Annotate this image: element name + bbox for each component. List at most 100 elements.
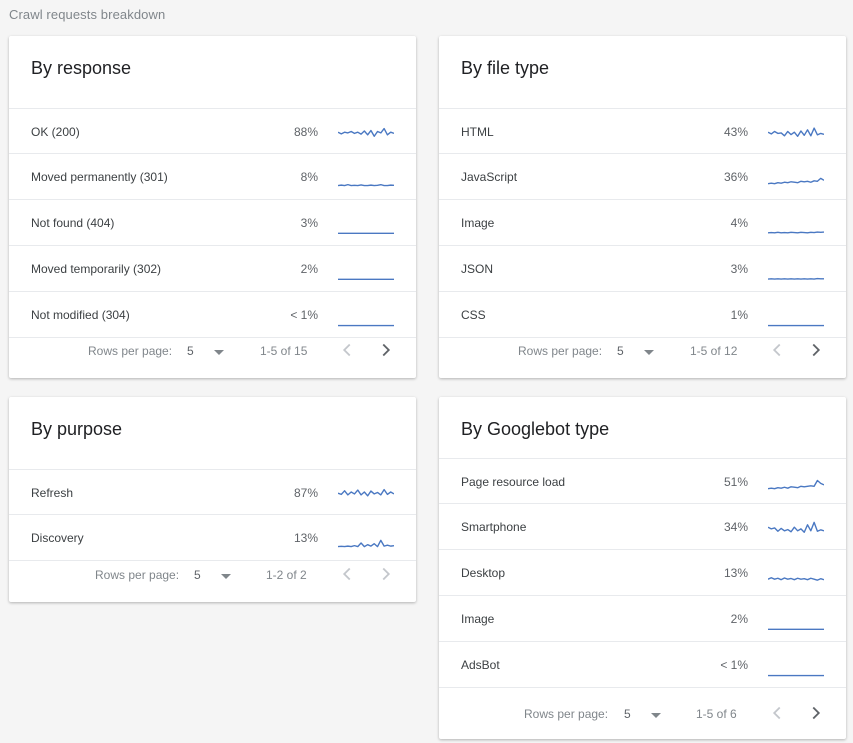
trend-sparkline (768, 177, 824, 185)
prev-page-button[interactable] (336, 563, 358, 585)
breakdown-table: Refresh 87% Discovery 13% (9, 469, 416, 561)
row-percentage: 43% (723, 125, 748, 139)
trend-sparkline (768, 277, 824, 280)
next-page-button[interactable] (375, 339, 397, 361)
table-row[interactable]: Image 2% (439, 596, 846, 642)
rows-per-page-select[interactable]: 5 (624, 707, 631, 721)
card-title: By file type (461, 58, 550, 78)
table-row[interactable]: Page resource load 51% (439, 458, 846, 504)
table-row[interactable]: Desktop 13% (439, 550, 846, 596)
row-percentage: 3% (300, 216, 318, 230)
prev-page-button[interactable] (766, 339, 788, 361)
trend-sparkline (768, 577, 824, 581)
chevron-right-icon (812, 706, 821, 720)
row-label: Moved temporarily (302) (31, 262, 162, 276)
page-title: Crawl requests breakdown (9, 7, 166, 22)
chevron-right-icon (382, 567, 391, 581)
trend-sparkline (338, 127, 394, 137)
table-row[interactable]: Moved temporarily (302) 2% (9, 246, 416, 292)
row-percentage: 3% (730, 262, 748, 276)
row-percentage: 4% (730, 216, 748, 230)
row-percentage: 13% (723, 566, 748, 580)
rows-per-page-label: Rows per page: (524, 707, 609, 721)
prev-page-button[interactable] (336, 339, 358, 361)
chevron-down-icon[interactable] (214, 350, 224, 355)
row-percentage: 2% (300, 262, 318, 276)
rows-per-page-label: Rows per page: (95, 568, 180, 582)
table-row[interactable]: AdsBot < 1% (439, 642, 846, 688)
table-row[interactable]: Moved permanently (301) 8% (9, 154, 416, 200)
table-row[interactable]: Smartphone 34% (439, 504, 846, 550)
chevron-right-icon (382, 343, 391, 357)
next-page-button[interactable] (375, 563, 397, 585)
rows-per-page-label: Rows per page: (88, 344, 173, 358)
chevron-left-icon (342, 567, 351, 581)
prev-page-button[interactable] (766, 702, 788, 724)
row-label: AdsBot (461, 658, 500, 672)
row-percentage: 1% (730, 308, 748, 322)
row-percentage: 87% (293, 486, 318, 500)
table-row[interactable]: JavaScript 36% (439, 154, 846, 200)
card-title: By Googlebot type (461, 419, 610, 439)
row-label: Not modified (304) (31, 308, 130, 322)
card-title: By response (31, 58, 132, 78)
trend-sparkline (338, 539, 394, 548)
trend-sparkline (338, 278, 394, 280)
table-row[interactable]: Image 4% (439, 200, 846, 246)
row-percentage: 13% (293, 531, 318, 545)
trend-line (768, 231, 824, 234)
table-row[interactable]: OK (200) 88% (9, 108, 416, 154)
trend-line (338, 539, 394, 548)
trend-sparkline (768, 127, 824, 137)
table-row[interactable]: JSON 3% (439, 246, 846, 292)
breakdown-table: HTML 43% JavaScript 36% Image 4% JSON 3% CSS 1% (439, 108, 846, 338)
rows-per-page-label: Rows per page: (518, 344, 603, 358)
trend-sparkline (768, 521, 824, 533)
trend-line (768, 479, 824, 490)
pagination: Rows per page: 5 1-5 of 15 (9, 326, 416, 376)
chevron-down-icon[interactable] (651, 713, 661, 718)
rows-per-page-select[interactable]: 5 (187, 344, 194, 358)
next-page-button[interactable] (805, 339, 827, 361)
page-range: 1-5 of 6 (696, 707, 737, 721)
trend-line (338, 127, 394, 137)
row-label: Image (461, 216, 495, 230)
by-googlebot-type-card: By Googlebot type Page resource load 51% S… (439, 397, 846, 739)
chevron-left-icon (342, 343, 351, 357)
table-row[interactable]: HTML 43% (439, 108, 846, 154)
by-response-card: By response OK (200) 88% Moved permanently… (9, 36, 416, 378)
rows-per-page-select[interactable]: 5 (194, 568, 201, 582)
pagination: Rows per page: 5 1-5 of 12 (439, 326, 846, 376)
row-label: Not found (404) (31, 216, 115, 230)
next-page-button[interactable] (805, 702, 827, 724)
page-range: 1-5 of 12 (690, 344, 738, 358)
chevron-down-icon[interactable] (644, 350, 654, 355)
table-row[interactable]: Not found (404) 3% (9, 200, 416, 246)
trend-line (338, 183, 394, 187)
by-file-type-card: By file type HTML 43% JavaScript 36% Image 4%… (439, 36, 846, 378)
row-label: Page resource load (461, 475, 566, 489)
trend-line (768, 577, 824, 581)
trend-sparkline (768, 674, 824, 677)
row-label: Refresh (31, 486, 74, 500)
row-label: Discovery (31, 531, 84, 545)
row-label: Image (461, 612, 495, 626)
row-percentage: < 1% (720, 658, 748, 672)
row-label: CSS (461, 308, 486, 322)
chevron-left-icon (772, 343, 781, 357)
row-percentage: 8% (300, 170, 318, 184)
row-label: JSON (461, 262, 494, 276)
trend-sparkline (338, 183, 394, 187)
trend-sparkline (338, 232, 394, 234)
rows-per-page-select[interactable]: 5 (617, 344, 624, 358)
page-range: 1-2 of 2 (266, 568, 307, 582)
table-row[interactable]: Refresh 87% (9, 469, 416, 515)
row-percentage: 88% (293, 125, 318, 139)
trend-sparkline (768, 324, 824, 327)
trend-sparkline (768, 628, 824, 630)
row-label: JavaScript (461, 170, 518, 184)
row-label: Desktop (461, 566, 506, 580)
chevron-down-icon[interactable] (221, 574, 231, 579)
trend-line (768, 521, 824, 533)
page-range: 1-5 of 15 (260, 344, 308, 358)
